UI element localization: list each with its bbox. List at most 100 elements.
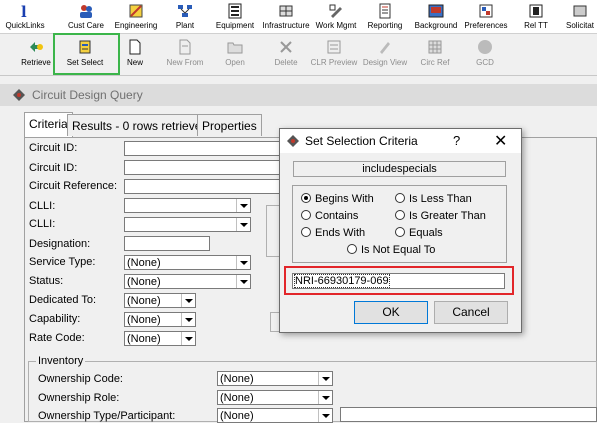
dropdown-arrow-icon[interactable]: [181, 294, 195, 307]
designation-label: Designation:: [29, 238, 91, 250]
radio-equals[interactable]: Equals: [395, 227, 443, 239]
close-button[interactable]: ✕: [494, 131, 507, 151]
radio-icon: [301, 210, 311, 220]
circuit-reference-input[interactable]: [124, 179, 280, 194]
cancel-button[interactable]: Cancel: [434, 301, 508, 324]
status-select[interactable]: (None): [124, 274, 251, 289]
reporting-button[interactable]: Reporting: [364, 0, 406, 34]
equipment-button[interactable]: Equipment: [212, 0, 258, 34]
ownership-role-select[interactable]: (None): [217, 390, 333, 405]
set-select-highlight: [53, 33, 120, 75]
capability-label: Capability:: [29, 313, 81, 325]
retrieve-button[interactable]: Retrieve: [18, 38, 54, 72]
dropdown-arrow-icon[interactable]: [236, 199, 250, 212]
radio-begins-with[interactable]: Begins With: [301, 193, 374, 205]
rate-code-select[interactable]: (None): [124, 331, 196, 346]
radio-is-greater-than[interactable]: Is Greater Than: [395, 210, 486, 222]
svg-text:l: l: [21, 3, 27, 19]
ownership-role-label: Ownership Role:: [38, 392, 120, 404]
quicklinks-button[interactable]: l QuickLinks: [2, 0, 48, 34]
gcd-button[interactable]: GCD: [468, 38, 502, 72]
solicitat-button[interactable]: Solicitat: [560, 0, 597, 34]
query-window-titlebar: Circuit Design Query: [0, 84, 597, 106]
dropdown-arrow-icon[interactable]: [318, 372, 332, 385]
new-document-icon: [129, 39, 141, 55]
circuit-id-2-label: Circuit ID:: [29, 162, 78, 174]
service-type-label: Service Type:: [29, 256, 96, 268]
circuit-id-2-input[interactable]: [124, 160, 280, 175]
tab-criteria[interactable]: Criteria: [24, 112, 73, 138]
ok-button[interactable]: OK: [354, 301, 428, 324]
cust-care-button[interactable]: Cust Care: [60, 0, 112, 34]
ownership-type-select[interactable]: (None): [217, 408, 333, 423]
people-icon: [80, 5, 92, 18]
clli-label: CLLI:: [29, 200, 56, 212]
new-from-button[interactable]: New From: [162, 38, 208, 72]
designation-input[interactable]: [124, 236, 210, 251]
infrastructure-icon: [279, 5, 293, 17]
circuit-id-label: Circuit ID:: [29, 142, 78, 154]
dropdown-arrow-icon[interactable]: [318, 391, 332, 404]
radio-icon: [395, 210, 405, 220]
new-button[interactable]: New: [122, 38, 148, 72]
retrieve-icon: [30, 42, 43, 52]
ownership-code-label: Ownership Code:: [38, 373, 123, 385]
radio-selected-icon: [301, 193, 311, 203]
rel-tt-button[interactable]: Rel TT: [518, 0, 554, 34]
open-folder-icon: [227, 42, 243, 54]
design-view-icon: [380, 42, 390, 54]
clr-preview-icon: [327, 40, 341, 54]
tab-results[interactable]: Results - 0 rows retrieved: [67, 114, 214, 136]
ownership-code-select[interactable]: (None): [217, 371, 333, 386]
circ-ref-icon: [428, 40, 442, 54]
participant-input[interactable]: [340, 407, 597, 422]
dropdown-arrow-icon[interactable]: [236, 275, 250, 288]
clli-2-select[interactable]: [124, 217, 251, 232]
report-icon: [379, 3, 391, 19]
dropdown-arrow-icon[interactable]: [181, 313, 195, 326]
infrastructure-button[interactable]: Infrastructure: [260, 0, 312, 34]
app-logo-icon: [13, 89, 25, 101]
work-mgmt-button[interactable]: Work Mgmt: [312, 0, 360, 34]
operator-options-group: Begins With Is Less Than Contains Is Gre…: [292, 185, 507, 263]
circuit-id-input[interactable]: [124, 141, 280, 156]
dropdown-arrow-icon[interactable]: [236, 256, 250, 269]
ownership-type-label: Ownership Type/Participant:: [38, 410, 176, 422]
radio-ends-with[interactable]: Ends With: [301, 227, 365, 239]
background-button[interactable]: Background: [410, 0, 462, 34]
radio-is-not-equal-to[interactable]: Is Not Equal To: [347, 244, 435, 256]
dialog-titlebar: Set Selection Criteria ? ✕: [280, 129, 521, 153]
app-logo-icon: [287, 135, 299, 147]
dropdown-arrow-icon[interactable]: [181, 332, 195, 345]
gcd-circle-icon: [478, 40, 492, 54]
rate-code-label: Rate Code:: [29, 332, 85, 344]
dropdown-arrow-icon[interactable]: [236, 218, 250, 231]
delete-x-icon: [280, 41, 292, 53]
engineering-icon: [129, 4, 143, 18]
plant-button[interactable]: Plant: [166, 0, 204, 34]
plant-network-icon: [178, 5, 192, 17]
value-input-highlight: [284, 266, 514, 295]
inventory-legend: Inventory: [36, 355, 86, 367]
clr-preview-button[interactable]: CLR Preview: [308, 38, 360, 72]
circ-ref-button[interactable]: Circ Ref: [416, 38, 454, 72]
field-name-display: includespecials: [293, 161, 506, 177]
help-button[interactable]: ?: [453, 133, 460, 148]
radio-contains[interactable]: Contains: [301, 210, 358, 222]
dedicated-to-select[interactable]: (None): [124, 293, 196, 308]
delete-button[interactable]: Delete: [268, 38, 304, 72]
design-view-button[interactable]: Design View: [360, 38, 410, 72]
engineering-button[interactable]: Engineering: [112, 0, 160, 34]
tab-properties[interactable]: Properties: [197, 114, 262, 136]
service-type-select[interactable]: (None): [124, 255, 251, 270]
radio-icon: [395, 193, 405, 203]
capability-select[interactable]: (None): [124, 312, 196, 327]
solicitation-icon: [573, 5, 587, 17]
work-mgmt-icon: [329, 4, 342, 18]
preferences-button[interactable]: Preferences: [462, 0, 510, 34]
radio-is-less-than[interactable]: Is Less Than: [395, 193, 472, 205]
clli-select[interactable]: [124, 198, 251, 213]
radio-icon: [301, 227, 311, 237]
dropdown-arrow-icon[interactable]: [318, 409, 332, 422]
open-button[interactable]: Open: [218, 38, 252, 72]
